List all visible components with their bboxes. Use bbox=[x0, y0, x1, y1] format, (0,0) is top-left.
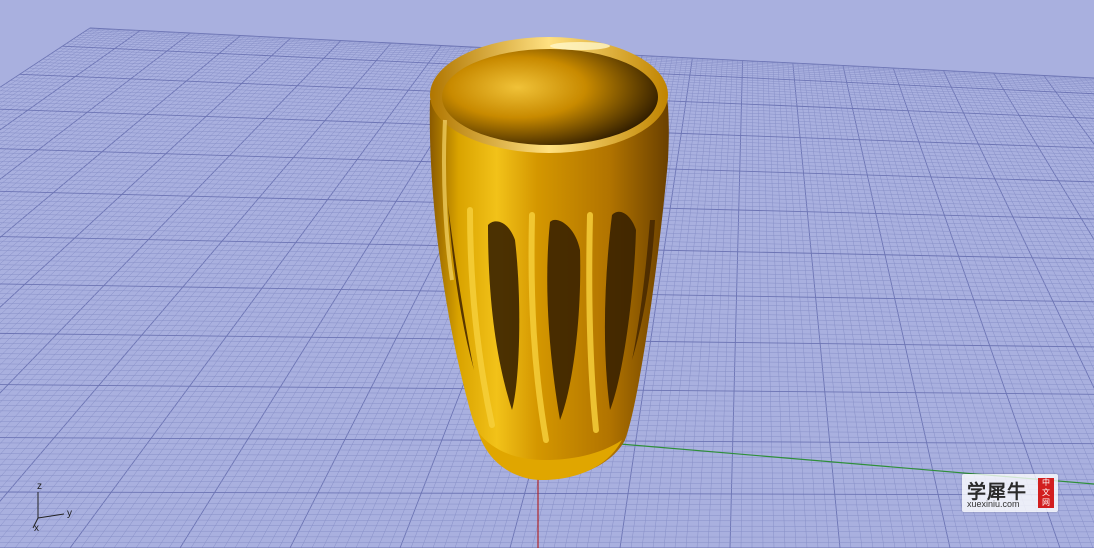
watermark-badge-char: 中 bbox=[1042, 478, 1050, 487]
watermark-badge: 中 文 网 bbox=[1038, 478, 1054, 508]
cup-interior bbox=[442, 49, 658, 145]
watermark-logo: 学犀牛 xuexiniu.com 中 文 网 bbox=[962, 474, 1058, 512]
axis-x-label: x bbox=[34, 523, 39, 534]
axis-z-label: z bbox=[37, 481, 42, 492]
axis-y-label: y bbox=[67, 508, 72, 519]
scene-canvas[interactable]: z y x bbox=[0, 0, 1094, 548]
watermark-url: xuexiniu.com bbox=[967, 499, 1020, 509]
watermark-badge-char: 文 bbox=[1042, 488, 1050, 497]
cup-highlight bbox=[550, 42, 610, 50]
perspective-viewport[interactable]: z y x 学犀牛 xuexiniu.com 中 文 网 bbox=[0, 0, 1094, 548]
watermark-badge-char: 网 bbox=[1042, 498, 1050, 507]
